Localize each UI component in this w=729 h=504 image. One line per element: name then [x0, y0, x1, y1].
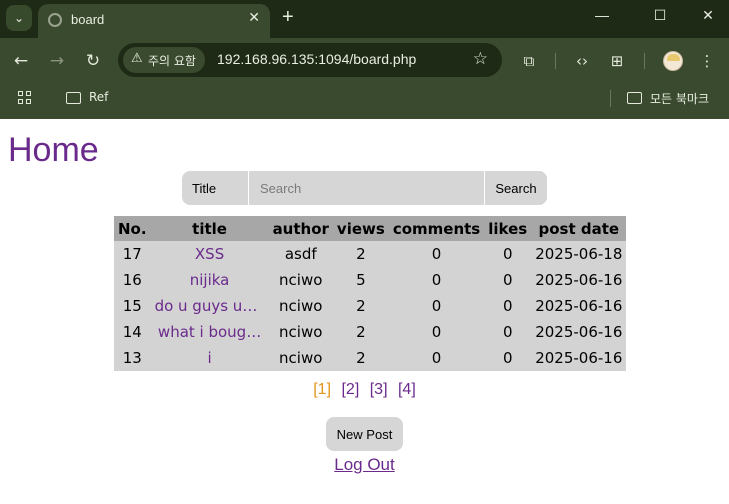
- search-field-select[interactable]: Title: [182, 171, 249, 205]
- cell-author: nciwo: [268, 319, 333, 345]
- profile-avatar[interactable]: [663, 51, 683, 71]
- page-link-1[interactable]: [1]: [313, 381, 331, 398]
- close-tab-icon[interactable]: ✕: [248, 10, 260, 26]
- column-header-no: No.: [114, 216, 151, 241]
- search-form: Title Search: [182, 171, 547, 205]
- cell-no: 17: [114, 241, 151, 267]
- post-title-link[interactable]: nijika: [150, 267, 269, 293]
- page-link-3[interactable]: [3]: [370, 381, 388, 398]
- back-arrow-icon[interactable]: ←: [10, 50, 32, 72]
- column-header-author: author: [268, 216, 333, 241]
- table-row: 16 nijika nciwo 5 0 0 2025-06-16: [114, 267, 627, 293]
- page-content: Home Title Search No. title author views…: [0, 119, 729, 504]
- column-header-views: views: [332, 216, 389, 241]
- cell-no: 16: [114, 267, 151, 293]
- cell-date: 2025-06-16: [531, 293, 627, 319]
- cell-likes: 0: [484, 319, 532, 345]
- cell-author: nciwo: [268, 267, 333, 293]
- cell-date: 2025-06-16: [531, 319, 627, 345]
- cell-comments: 0: [388, 319, 485, 345]
- new-tab-button[interactable]: +: [282, 6, 294, 29]
- extensions-icon[interactable]: ⧉: [518, 50, 540, 72]
- menu-icon[interactable]: ⋮: [698, 50, 716, 72]
- cell-comments: 0: [388, 293, 485, 319]
- column-header-comments: comments: [388, 216, 485, 241]
- cell-views: 2: [332, 241, 389, 267]
- table-row: 13 i nciwo 2 0 0 2025-06-16: [114, 345, 627, 371]
- post-title-link[interactable]: do u guys us…: [150, 293, 269, 319]
- toolbar-divider: [555, 53, 556, 69]
- cell-date: 2025-06-18: [531, 241, 627, 267]
- post-title-link[interactable]: i: [150, 345, 269, 371]
- page-title: Home: [8, 131, 99, 169]
- cell-views: 5: [332, 267, 389, 293]
- apps-grid-icon[interactable]: [18, 91, 32, 105]
- cell-views: 2: [332, 319, 389, 345]
- cell-date: 2025-06-16: [531, 345, 627, 371]
- tab-title: board: [71, 12, 105, 27]
- posts-table: No. title author views comments likes po…: [114, 216, 627, 371]
- bookmark-all[interactable]: 모든 북마크: [650, 90, 709, 107]
- address-bar[interactable]: ⚠ 주의 요함 192.168.96.135:1094/board.php ☆: [118, 43, 502, 77]
- reload-icon[interactable]: ↻: [82, 50, 104, 72]
- logout-link[interactable]: Log Out: [0, 455, 729, 475]
- bookmarks-divider: [610, 90, 611, 107]
- cell-likes: 0: [484, 345, 532, 371]
- url-text[interactable]: 192.168.96.135:1094/board.php: [217, 51, 416, 67]
- page-link-2[interactable]: [2]: [341, 381, 359, 398]
- globe-icon: [48, 13, 62, 27]
- folder-icon: [66, 92, 81, 104]
- pagination: [1] [2] [3] [4]: [0, 381, 729, 399]
- cell-date: 2025-06-16: [531, 267, 627, 293]
- maximize-button[interactable]: ☐: [648, 7, 672, 29]
- tab-search-button[interactable]: ⌄: [6, 5, 32, 31]
- column-header-likes: likes: [484, 216, 532, 241]
- bookmarks-bar: Ref 모든 북마크: [0, 84, 729, 119]
- search-button[interactable]: Search: [484, 171, 547, 205]
- cell-views: 2: [332, 293, 389, 319]
- cell-likes: 0: [484, 293, 532, 319]
- column-header-title: title: [150, 216, 269, 241]
- cell-author: nciwo: [268, 345, 333, 371]
- page-link-4[interactable]: [4]: [398, 381, 416, 398]
- search-input[interactable]: [250, 171, 484, 205]
- bookmark-star-icon[interactable]: ☆: [473, 49, 488, 69]
- post-title-link[interactable]: what i boug…: [150, 319, 269, 345]
- minimize-button[interactable]: —: [590, 7, 614, 29]
- cell-comments: 0: [388, 345, 485, 371]
- cell-author: asdf: [268, 241, 333, 267]
- security-chip[interactable]: ⚠ 주의 요함: [123, 47, 205, 73]
- security-chip-label: 주의 요함: [148, 54, 196, 68]
- cell-likes: 0: [484, 241, 532, 267]
- cell-no: 14: [114, 319, 151, 345]
- title-bar: ⌄ board ✕ + — ☐ ✕: [0, 0, 729, 38]
- browser-tab[interactable]: board ✕: [38, 4, 270, 38]
- post-title-link[interactable]: XSS: [150, 241, 269, 267]
- cell-comments: 0: [388, 241, 485, 267]
- bookmark-ref[interactable]: Ref: [89, 90, 108, 104]
- close-window-button[interactable]: ✕: [696, 7, 720, 29]
- cell-author: nciwo: [268, 293, 333, 319]
- cell-no: 13: [114, 345, 151, 371]
- table-header-row: No. title author views comments likes po…: [114, 216, 627, 241]
- table-row: 14 what i boug… nciwo 2 0 0 2025-06-16: [114, 319, 627, 345]
- code-icon[interactable]: ‹›: [570, 50, 594, 72]
- forward-arrow-icon[interactable]: →: [46, 50, 68, 72]
- browser-toolbar: ← → ↻ ⚠ 주의 요함 192.168.96.135:1094/board.…: [0, 38, 729, 84]
- cell-views: 2: [332, 345, 389, 371]
- column-header-post-date: post date: [531, 216, 627, 241]
- warning-icon: ⚠: [131, 51, 143, 66]
- cell-comments: 0: [388, 267, 485, 293]
- toolbar-divider: [644, 53, 645, 69]
- cell-no: 15: [114, 293, 151, 319]
- table-row: 17 XSS asdf 2 0 0 2025-06-18: [114, 241, 627, 267]
- new-post-button[interactable]: New Post: [326, 417, 403, 451]
- cell-likes: 0: [484, 267, 532, 293]
- translate-icon[interactable]: ⊞: [606, 50, 628, 72]
- folder-icon: [627, 92, 642, 104]
- table-row: 15 do u guys us… nciwo 2 0 0 2025-06-16: [114, 293, 627, 319]
